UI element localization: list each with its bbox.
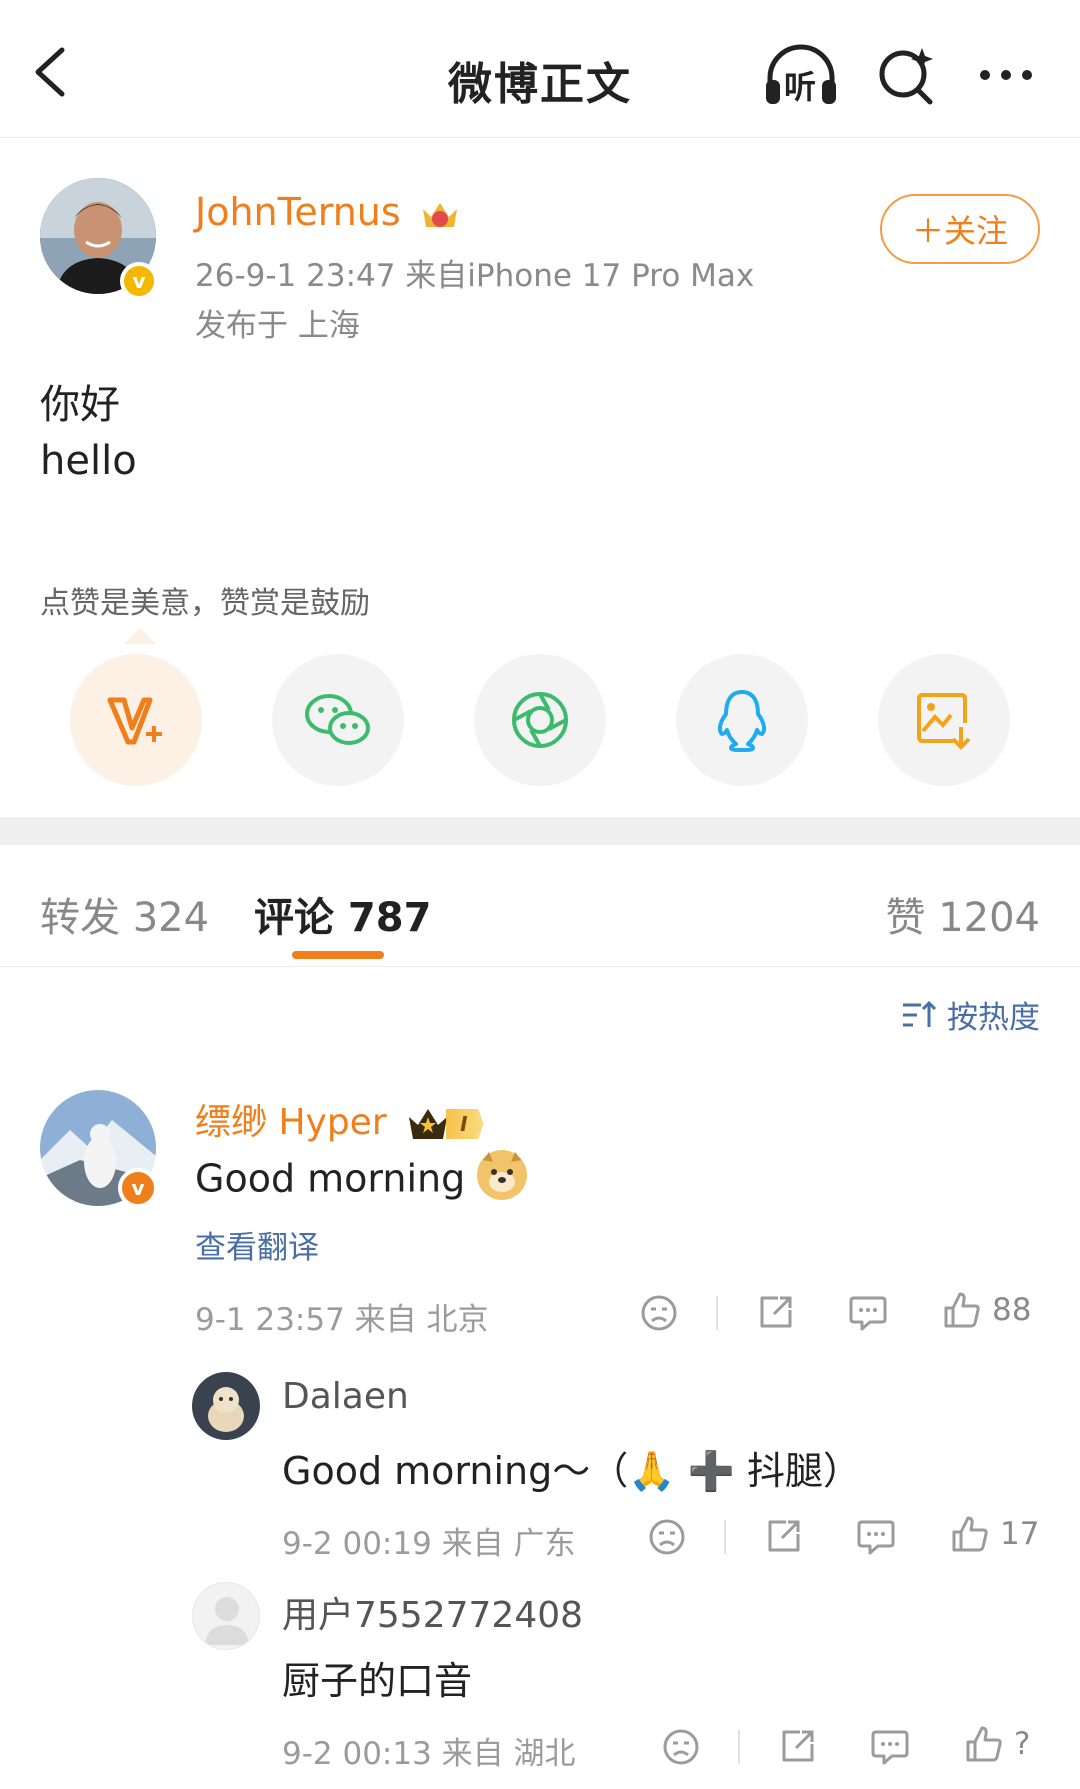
reward-button[interactable] xyxy=(70,654,202,786)
comment-text: Good morning xyxy=(195,1150,528,1206)
nav-bar: 微博正文 听 xyxy=(0,0,1080,138)
member-badge: I xyxy=(406,1105,484,1143)
verified-badge-icon: v xyxy=(118,1168,158,1208)
more-options-icon[interactable] xyxy=(980,70,1032,80)
thumbs-up-icon xyxy=(944,1292,980,1328)
action-divider xyxy=(724,1520,726,1554)
reply-author[interactable]: 用户7552772408 xyxy=(282,1586,583,1638)
action-divider xyxy=(716,1296,718,1330)
share-out-icon[interactable] xyxy=(778,1726,818,1766)
share-out-icon[interactable] xyxy=(764,1516,804,1556)
qq-icon xyxy=(717,690,767,752)
author-name-text: JohnTernus xyxy=(195,190,401,234)
post-time-source: 26-9-1 23:47 来自iPhone 17 Pro Max xyxy=(195,258,755,294)
reply-meta: 9-2 00:19 来自 广东 xyxy=(282,1526,576,1562)
listen-label: 听 xyxy=(784,68,817,106)
interaction-tabs: 转发 324 评论 787 赞 1204 xyxy=(0,845,1080,967)
commenter-name[interactable]: 缥缈 Hyper I xyxy=(195,1093,484,1145)
crown-icon xyxy=(422,202,457,227)
sort-label: 按热度 xyxy=(947,1000,1040,1036)
share-qq-button[interactable] xyxy=(676,654,808,786)
reply-meta: 9-2 00:13 来自 湖北 xyxy=(282,1736,576,1772)
view-translation-link[interactable]: 查看翻译 xyxy=(195,1222,319,1267)
share-moments-button[interactable] xyxy=(474,654,606,786)
listen-button[interactable]: 听 xyxy=(762,42,840,108)
like-button[interactable]: ? xyxy=(964,1724,1030,1764)
reply-avatar[interactable] xyxy=(192,1582,260,1650)
commenter-name-text: 缥缈 Hyper xyxy=(195,1102,387,1143)
like-count: ? xyxy=(1014,1726,1031,1762)
post-text-line-1: 你好 xyxy=(40,382,120,428)
sort-by-hot-button[interactable]: 按热度 xyxy=(901,992,1040,1037)
dislike-face-icon[interactable] xyxy=(662,1728,700,1766)
like-button[interactable]: 88 xyxy=(942,1290,1031,1330)
share-wechat-button[interactable] xyxy=(272,654,404,786)
section-divider xyxy=(0,817,1080,845)
dislike-face-icon[interactable] xyxy=(640,1294,678,1332)
verified-badge-icon: v xyxy=(120,262,158,300)
doge-emoji-icon xyxy=(477,1150,528,1200)
thumbs-up-icon xyxy=(966,1726,1002,1762)
action-divider xyxy=(738,1730,740,1764)
reward-tip: 点赞是美意，赞赏是鼓励 xyxy=(40,586,370,621)
active-tab-indicator xyxy=(292,951,384,959)
like-count: 88 xyxy=(992,1292,1032,1328)
wechat-icon xyxy=(305,694,370,745)
tip-pointer xyxy=(124,628,156,644)
post-text-line-2: hello xyxy=(40,438,137,484)
thumbs-up-icon xyxy=(952,1516,988,1552)
save-image-icon xyxy=(917,693,971,750)
comment-text-content: Good morning xyxy=(195,1156,466,1201)
post-location: 发布于 上海 xyxy=(195,308,360,344)
save-image-button[interactable] xyxy=(878,654,1010,786)
reply-text: Good morning～（🙏 ➕ 抖腿） xyxy=(282,1449,861,1493)
member-crown-icon xyxy=(409,1109,448,1139)
follow-button[interactable]: ＋关注 xyxy=(880,194,1040,264)
search-sparkle-icon[interactable] xyxy=(876,42,938,106)
comment-meta: 9-1 23:57 来自 北京 xyxy=(195,1302,489,1338)
tab-comment[interactable]: 评论 787 xyxy=(254,885,431,943)
reward-v-plus-icon xyxy=(107,697,162,745)
sort-icon xyxy=(903,1000,937,1027)
reply-author[interactable]: Dalaen xyxy=(282,1376,409,1417)
tab-repost[interactable]: 转发 324 xyxy=(40,885,209,943)
like-button[interactable]: 17 xyxy=(950,1514,1039,1554)
dislike-face-icon[interactable] xyxy=(648,1518,686,1556)
reply-comment-icon[interactable] xyxy=(856,1518,896,1556)
reply-comment-icon[interactable] xyxy=(870,1728,910,1766)
tab-like[interactable]: 赞 1204 xyxy=(885,885,1040,943)
reply-text: 厨子的口音 xyxy=(282,1659,473,1703)
member-level: I xyxy=(446,1109,484,1139)
moments-icon xyxy=(512,692,568,748)
like-count: 17 xyxy=(1000,1516,1040,1552)
author-name[interactable]: JohnTernus xyxy=(195,190,461,234)
reply-comment-icon[interactable] xyxy=(848,1294,888,1332)
share-out-icon[interactable] xyxy=(756,1292,796,1332)
reply-avatar[interactable] xyxy=(192,1372,260,1440)
